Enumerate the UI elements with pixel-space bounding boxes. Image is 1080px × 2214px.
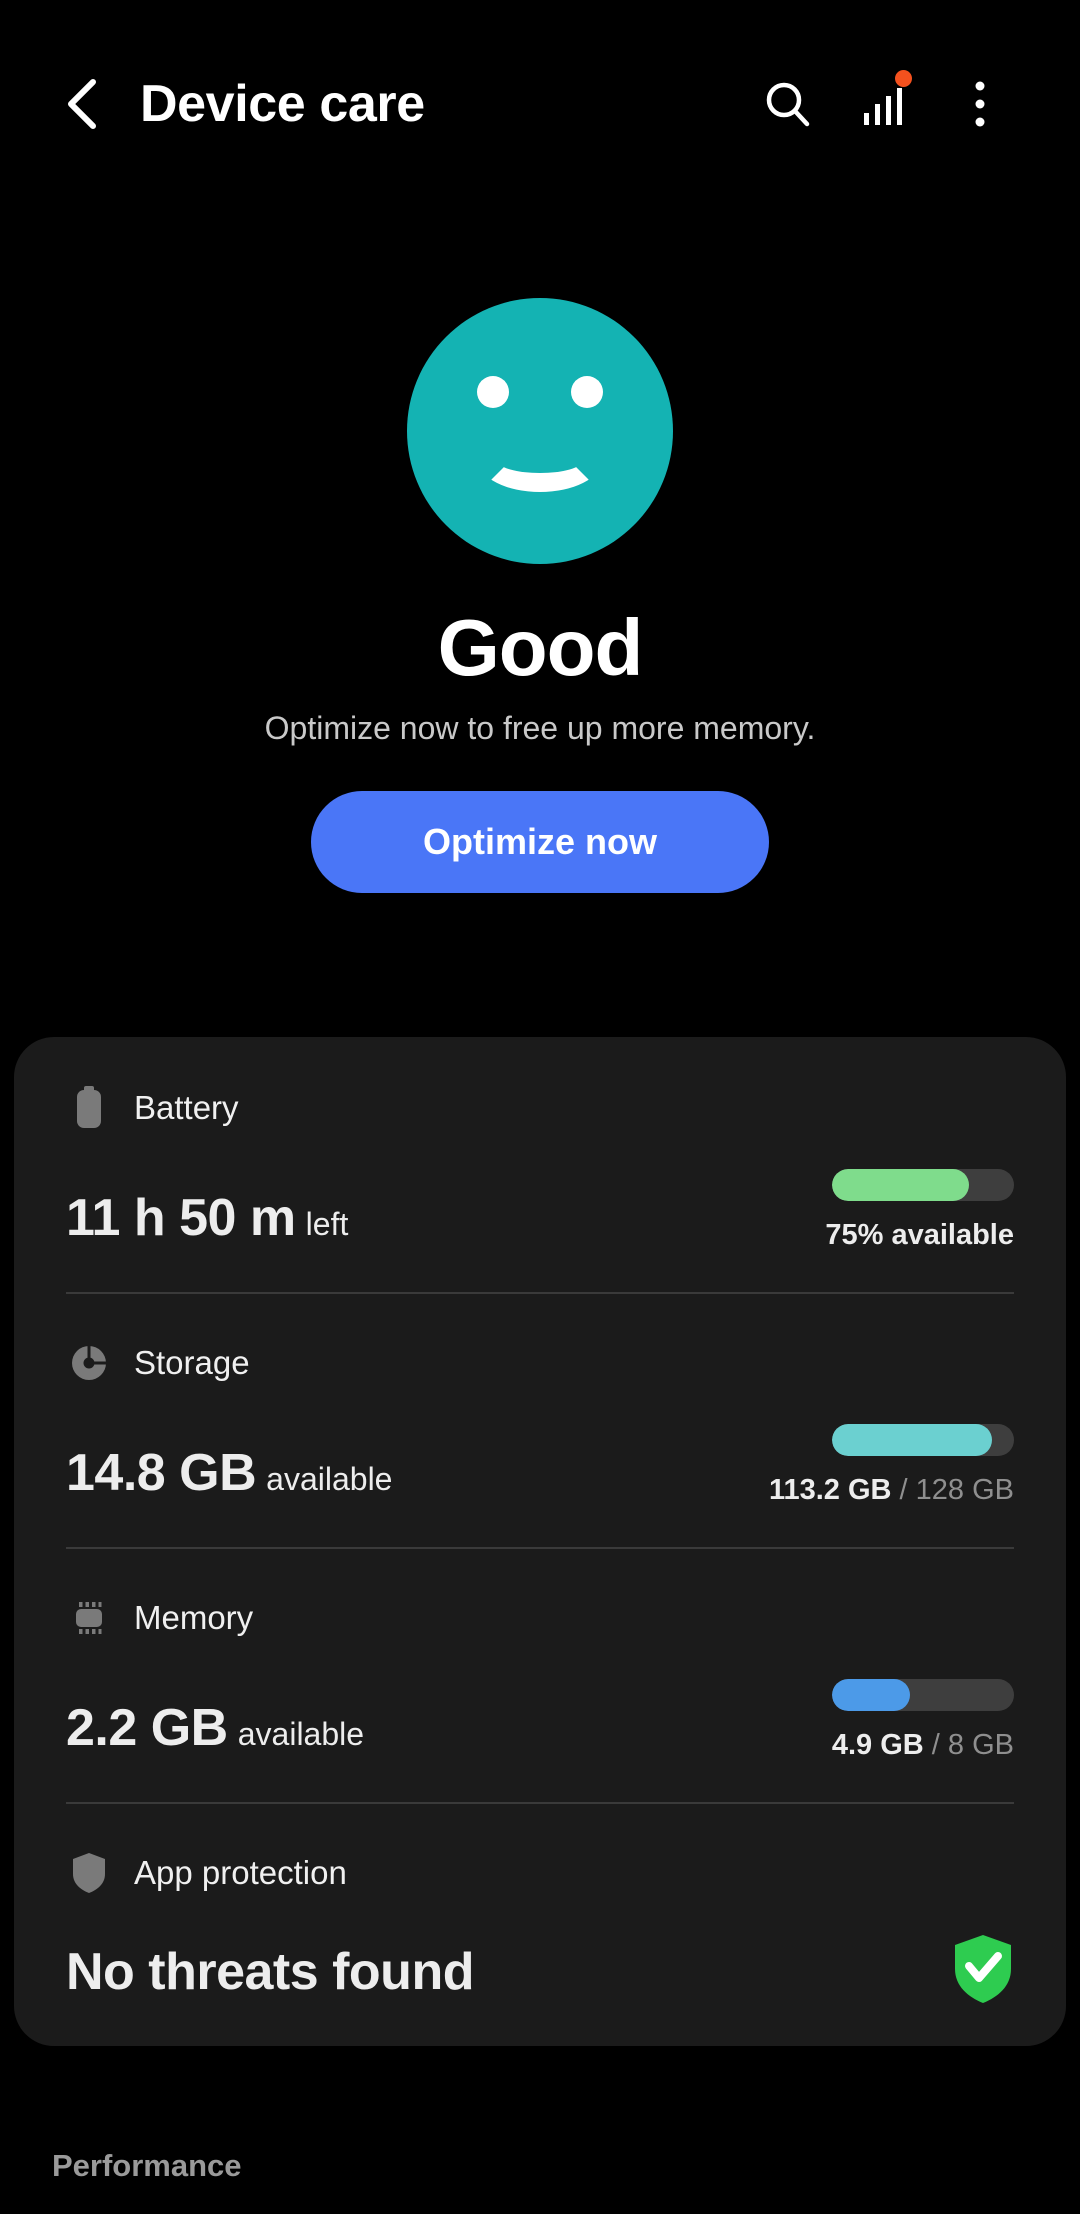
row-body: No threats found: [66, 1934, 1014, 2006]
status-subtitle: Optimize now to free up more memory.: [264, 710, 816, 746]
app-protection-value: No threats found: [66, 1942, 474, 2006]
summary-row-memory[interactable]: Memory 2.2 GB available 4.9 GB / 8 GB: [66, 1547, 1014, 1802]
smiley-right-eye: [571, 376, 603, 408]
shield-check-icon: [952, 1934, 1014, 2004]
caption-muted: / 8 GB: [923, 1729, 1014, 1761]
app-bar: Device care: [0, 0, 1080, 208]
memory-chip-icon: [66, 1595, 112, 1641]
gauge-caption: 4.9 GB / 8 GB: [832, 1729, 1014, 1762]
value-main: 14.8 GB: [66, 1444, 257, 1502]
optimize-now-button[interactable]: Optimize now: [311, 791, 769, 893]
status-hero: Good Optimize now to free up more memory…: [0, 208, 1080, 893]
smiley-face-icon: [407, 298, 673, 564]
summary-row-app-protection[interactable]: App protection No threats found: [66, 1802, 1014, 2046]
row-header: Memory: [66, 1591, 1014, 1645]
row-header: Battery: [66, 1081, 1014, 1135]
value-main: 11 h 50 m: [66, 1189, 296, 1247]
summary-row-battery[interactable]: Battery 11 h 50 m left 75% available: [66, 1037, 1014, 1292]
row-header: App protection: [66, 1846, 1014, 1900]
value-main: 2.2 GB: [66, 1699, 228, 1757]
progress-track: [832, 1679, 1014, 1711]
row-label: Battery: [134, 1089, 239, 1126]
value-main: No threats found: [66, 1943, 474, 2001]
progress-fill: [832, 1424, 993, 1456]
search-button[interactable]: [740, 56, 836, 152]
memory-gauge: 4.9 GB / 8 GB: [832, 1679, 1014, 1762]
chevron-left-icon: [61, 76, 105, 132]
pie-chart-icon: [66, 1340, 112, 1386]
storage-value: 14.8 GB available: [66, 1443, 392, 1507]
search-icon: [762, 78, 814, 130]
notification-badge-dot: [895, 70, 912, 87]
back-button[interactable]: [52, 73, 114, 135]
progress-fill: [832, 1679, 911, 1711]
row-label: App protection: [134, 1854, 347, 1891]
row-header: Storage: [66, 1336, 1014, 1390]
row-body: 11 h 50 m left 75% available: [66, 1169, 1014, 1252]
app-bar-actions: [740, 56, 1028, 152]
smiley-mouth: [479, 430, 601, 492]
row-body: 2.2 GB available 4.9 GB / 8 GB: [66, 1679, 1014, 1762]
row-label: Memory: [134, 1599, 254, 1636]
status-title: Good: [437, 603, 644, 692]
battery-gauge: 75% available: [825, 1169, 1014, 1252]
more-options-button[interactable]: [932, 56, 1028, 152]
stats-button[interactable]: [836, 56, 932, 152]
status-face-container: [0, 298, 1080, 564]
gauge-caption: 75% available: [825, 1219, 1014, 1252]
row-label: Storage: [134, 1344, 250, 1381]
caption-muted: / 128 GB: [891, 1474, 1014, 1506]
summary-row-storage[interactable]: Storage 14.8 GB available 113.2 GB / 128…: [66, 1292, 1014, 1547]
gauge-caption: 113.2 GB / 128 GB: [769, 1474, 1014, 1507]
optimize-button-container: Optimize now: [0, 791, 1080, 893]
device-summary-card: Battery 11 h 50 m left 75% available Sto…: [14, 1037, 1066, 2046]
caption-primary: 75% available: [825, 1219, 1014, 1251]
battery-icon: [66, 1085, 112, 1131]
page-title: Device care: [140, 75, 425, 133]
shield-icon: [66, 1850, 112, 1896]
progress-track: [832, 1169, 1014, 1201]
progress-fill: [832, 1169, 969, 1201]
value-suffix: available: [237, 1716, 365, 1752]
value-suffix: left: [305, 1206, 349, 1242]
overflow-menu-icon: [972, 78, 988, 130]
smiley-left-eye: [477, 376, 509, 408]
row-body: 14.8 GB available 113.2 GB / 128 GB: [66, 1424, 1014, 1507]
storage-gauge: 113.2 GB / 128 GB: [769, 1424, 1014, 1507]
progress-track: [832, 1424, 1014, 1456]
memory-value: 2.2 GB available: [66, 1698, 364, 1762]
battery-value: 11 h 50 m left: [66, 1188, 348, 1252]
caption-primary: 4.9 GB: [831, 1729, 924, 1761]
value-suffix: available: [266, 1461, 393, 1497]
caption-primary: 113.2 GB: [768, 1474, 892, 1506]
performance-section-label: Performance: [52, 2148, 242, 2183]
